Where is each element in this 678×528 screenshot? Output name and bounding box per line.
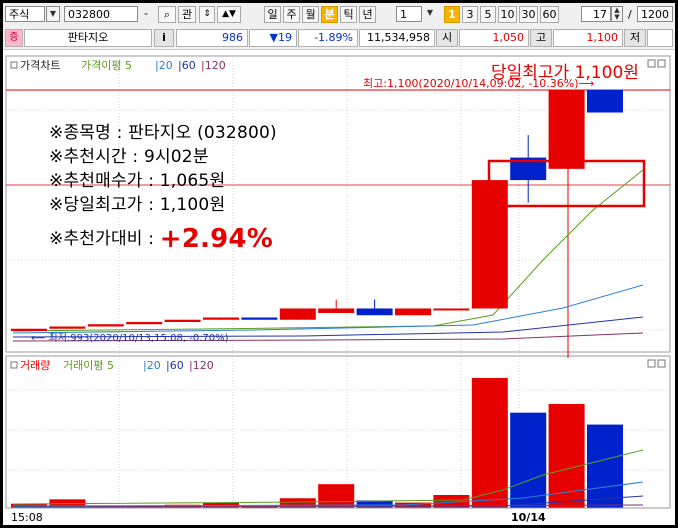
total-count-field: 1200 [637, 6, 673, 22]
stock-name: 판타지오 [24, 29, 152, 47]
volume-title: 거래량 [20, 359, 50, 372]
volume-legend-checkbox[interactable] [10, 361, 18, 369]
open-label: 시 [436, 29, 458, 47]
interval-dropdown-icon[interactable]: ▼ [423, 6, 437, 22]
ma120-legend: |120 [201, 59, 226, 72]
candle-body [49, 326, 86, 329]
interval-input[interactable]: 1 [396, 6, 422, 22]
return-value: +2.94% [159, 224, 273, 254]
candle-body [11, 328, 47, 331]
x-label-start: 15:08 [11, 511, 43, 524]
code-dropdown-icon[interactable]: ⌄ [139, 6, 153, 22]
low-price-note: ⟵ 최저:993(2020/10/13,15:08, -0.70%) [31, 332, 229, 344]
candle-body [279, 308, 316, 320]
interval-value: 1 [400, 8, 407, 21]
high-value: 1,100 [553, 29, 623, 47]
toolbar-top: 주식 ▼ 032800 ⌄ ⌕ 관 ⇕ ▲▼ 일 주 월 분 틱 년 1 ▼ 1… [3, 3, 675, 28]
vma20-legend: |20 [143, 359, 161, 372]
count-slash: / [628, 8, 632, 21]
minute-10[interactable]: 10 [498, 6, 517, 23]
period-year[interactable]: 년 [359, 6, 376, 23]
change-percent: -1.89% [298, 29, 358, 47]
minute-1[interactable]: 1 [444, 6, 460, 23]
candle-body [241, 317, 278, 320]
ma20-legend: |20 [155, 59, 173, 72]
panel-minimize-icon[interactable] [647, 59, 656, 68]
info-line-time: ※추천시간 : 9시02분 [49, 147, 209, 167]
candle-body [356, 308, 393, 316]
candle-body [395, 308, 431, 316]
candle-body [126, 321, 163, 325]
candle-body [164, 319, 201, 322]
code-value: 032800 [68, 8, 110, 21]
info-line-high: ※당일최고가 : 1,100원 [49, 195, 226, 215]
minute-3[interactable]: 3 [462, 6, 478, 23]
period-tick[interactable]: 틱 [340, 6, 357, 23]
search-icon[interactable]: ⌕ [158, 6, 176, 23]
market-dropdown-icon[interactable]: ▼ [46, 6, 60, 22]
updown-spinner-icon[interactable]: ▲▼ [217, 6, 241, 23]
low-value [647, 29, 673, 47]
minute-30[interactable]: 30 [519, 6, 538, 23]
price-change: ▼19 [249, 29, 297, 47]
quote-bar: 증 판타지오 i 986 ▼19 -1.89% 11,534,958 시 1,0… [3, 27, 675, 50]
period-day[interactable]: 일 [264, 6, 281, 23]
info-line-buy: ※추천매수가 : 1,065원 [49, 171, 226, 191]
ma60-legend: |60 [178, 59, 196, 72]
x-label-day: 10/14 [511, 511, 546, 524]
count-input[interactable]: 17 [581, 6, 611, 22]
window-frame: 주식 ▼ 032800 ⌄ ⌕ 관 ⇕ ▲▼ 일 주 월 분 틱 년 1 ▼ 1… [0, 0, 678, 528]
gwan-button[interactable]: 관 [178, 6, 196, 23]
hts-chart-window: 주식 ▼ 032800 ⌄ ⌕ 관 ⇕ ▲▼ 일 주 월 분 틱 년 1 ▼ 1… [3, 3, 675, 525]
market-value: 주식 [9, 8, 30, 21]
high-label: 고 [530, 29, 552, 47]
volume-value: 11,534,958 [359, 29, 435, 47]
volume-close-icon[interactable] [657, 359, 666, 368]
candle-body [548, 90, 585, 169]
volume-ma-title: 거래이평 5 [63, 359, 114, 372]
stock-type-badge: 증 [5, 29, 23, 47]
count-value: 17 [593, 8, 607, 21]
candle-body [87, 324, 124, 327]
open-value: 1,050 [459, 29, 529, 47]
info-line-name: ※종목명 : 판타지오 (032800) [49, 123, 277, 143]
prev-next-icon[interactable]: ⇕ [199, 6, 215, 23]
vma120-legend: |120 [189, 359, 214, 372]
minute-5[interactable]: 5 [480, 6, 496, 23]
info-button[interactable]: i [154, 29, 174, 47]
panel-close-icon[interactable] [657, 59, 666, 68]
volume-bar [318, 484, 355, 508]
minute-60[interactable]: 60 [540, 6, 559, 23]
current-price: 986 [176, 29, 248, 47]
volume-minimize-icon[interactable] [647, 359, 656, 368]
vma60-legend: |60 [166, 359, 184, 372]
candle-body [318, 308, 355, 313]
candle-body [587, 90, 623, 113]
price-chart-title: 가격차트 [20, 59, 60, 72]
low-label: 저 [624, 29, 646, 47]
market-select[interactable]: 주식 [5, 6, 45, 22]
period-minute[interactable]: 분 [321, 6, 338, 23]
info-line-return: ※추천가대비 : +2.94% [49, 224, 273, 254]
candle-body [433, 308, 470, 311]
total-value: 1200 [641, 8, 669, 21]
price-legend-checkbox[interactable] [10, 61, 18, 69]
return-label: ※추천가대비 : [49, 229, 160, 249]
chart-area[interactable]: 가격차트 가격이평 5 |20 |60 |120 거래량 거래이평 5 |20 … [3, 50, 675, 525]
ma-title: 가격이평 5 [81, 59, 132, 72]
count-spinner-icon[interactable]: ▲ ▼ [611, 6, 623, 22]
headline-annotation: 당일최고가 1,100원 [491, 63, 639, 83]
period-week[interactable]: 주 [283, 6, 300, 23]
volume-bar [471, 378, 508, 508]
period-month[interactable]: 월 [302, 6, 319, 23]
candle-body [203, 317, 239, 320]
code-input[interactable]: 032800 [64, 6, 138, 22]
volume-bar [587, 424, 623, 508]
volume-bar [510, 412, 547, 508]
